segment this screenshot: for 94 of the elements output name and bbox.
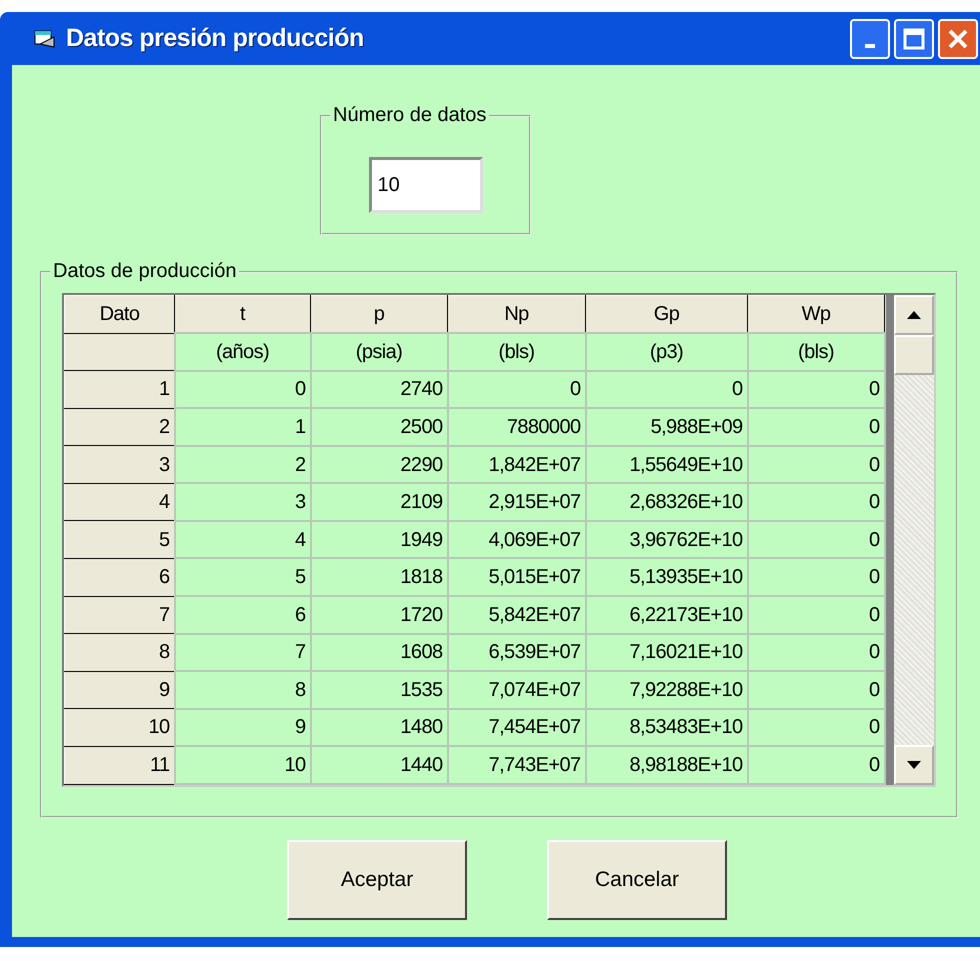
table-cell: 5,988E+09 bbox=[586, 408, 748, 446]
unit-cell: (años) bbox=[174, 333, 310, 371]
table-cell: 0 bbox=[586, 370, 748, 408]
table-cell: 0 bbox=[748, 558, 884, 596]
table-cell: 8,98188E+10 bbox=[586, 746, 748, 784]
unit-cell: (bls) bbox=[748, 333, 884, 371]
table-cell: 7,92288E+10 bbox=[586, 671, 748, 709]
table-cell: 4 bbox=[174, 520, 310, 558]
table-cell: 3,96762E+10 bbox=[586, 520, 748, 558]
table-cell: 0 bbox=[748, 708, 884, 746]
table-cell: 3 bbox=[174, 483, 310, 521]
table-cell: 5,842E+07 bbox=[448, 596, 586, 634]
table-cell: 10 bbox=[174, 746, 310, 784]
table-cell: 1,55649E+10 bbox=[586, 446, 748, 484]
maximize-icon bbox=[903, 28, 925, 50]
row-header: 7 bbox=[64, 596, 174, 634]
table-cell: 2500 bbox=[310, 408, 448, 446]
table-cell: 2290 bbox=[310, 446, 448, 484]
table-cell: 0 bbox=[748, 408, 884, 446]
scroll-up-button[interactable] bbox=[894, 295, 934, 335]
table-cell: 0 bbox=[748, 446, 884, 484]
table-cell: 7,16021E+10 bbox=[586, 634, 748, 672]
table-cell: 2109 bbox=[310, 483, 448, 521]
table-cell: 7,454E+07 bbox=[448, 708, 586, 746]
table-cell: 1535 bbox=[310, 671, 448, 709]
column-header: Gp bbox=[586, 296, 748, 334]
dialog-button[interactable]: Aceptar bbox=[287, 840, 467, 920]
minimize-icon bbox=[865, 44, 875, 48]
table-cell: 2740 bbox=[310, 370, 448, 408]
table-cell: 0 bbox=[174, 370, 310, 408]
table-cell: 5,015E+07 bbox=[448, 558, 586, 596]
maximize-button[interactable] bbox=[894, 18, 934, 58]
table-cell: 0 bbox=[748, 746, 884, 784]
table-cell: 7 bbox=[174, 634, 310, 672]
table-cell: 7880000 bbox=[448, 408, 586, 446]
window-title: Datos presión producción bbox=[66, 22, 364, 54]
row-header: 6 bbox=[64, 558, 174, 596]
table-cell: 0 bbox=[748, 483, 884, 521]
table-cell: 2,68326E+10 bbox=[586, 483, 748, 521]
column-header: Np bbox=[448, 296, 586, 334]
row-header: 8 bbox=[64, 634, 174, 672]
row-header: 1 bbox=[64, 370, 174, 408]
table-cell: 5,13935E+10 bbox=[586, 558, 748, 596]
column-header: Dato bbox=[64, 296, 174, 334]
table-cell: 0 bbox=[748, 634, 884, 672]
row-header: 11 bbox=[64, 746, 174, 784]
table-cell: 1 bbox=[174, 408, 310, 446]
row-header: 9 bbox=[64, 671, 174, 709]
table-cell: 1949 bbox=[310, 520, 448, 558]
column-header: p bbox=[310, 296, 448, 334]
column-header: Wp bbox=[748, 296, 884, 334]
row-header: 3 bbox=[64, 446, 174, 484]
row-header: 5 bbox=[64, 520, 174, 558]
column-header: t bbox=[174, 296, 310, 334]
table-cell: 6,22173E+10 bbox=[586, 596, 748, 634]
table-cell: 1480 bbox=[310, 708, 448, 746]
down-arrow-icon bbox=[907, 761, 921, 769]
table-cell: 6 bbox=[174, 596, 310, 634]
dialog-button[interactable]: Cancelar bbox=[547, 840, 727, 920]
table-cell: 0 bbox=[748, 370, 884, 408]
table-cell: 0 bbox=[748, 520, 884, 558]
close-button[interactable] bbox=[938, 18, 978, 58]
table-cell: 1818 bbox=[310, 558, 448, 596]
row-header: 4 bbox=[64, 483, 174, 521]
table-cell: 2 bbox=[174, 446, 310, 484]
table-cell: 4,069E+07 bbox=[448, 520, 586, 558]
table-cell: 8 bbox=[174, 671, 310, 709]
table-cell: 0 bbox=[748, 596, 884, 634]
unit-cell: (p3) bbox=[586, 333, 748, 371]
unit-cell: (bls) bbox=[448, 333, 586, 371]
close-icon bbox=[947, 28, 969, 50]
table-cell: 7,074E+07 bbox=[448, 671, 586, 709]
table-cell: 2,915E+07 bbox=[448, 483, 586, 521]
up-arrow-icon bbox=[907, 311, 921, 319]
window-icon bbox=[34, 28, 56, 48]
table-cell: 6,539E+07 bbox=[448, 634, 586, 672]
table-cell: 0 bbox=[448, 370, 586, 408]
table-cell: 0 bbox=[748, 671, 884, 709]
table-cell: 1440 bbox=[310, 746, 448, 784]
table-cell: 1608 bbox=[310, 634, 448, 672]
scroll-down-button[interactable] bbox=[894, 745, 934, 785]
table-cell: 9 bbox=[174, 708, 310, 746]
table-cell: 5 bbox=[174, 558, 310, 596]
vertical-scrollbar[interactable] bbox=[894, 295, 934, 785]
table-cell: 1,842E+07 bbox=[448, 446, 586, 484]
row-header: 2 bbox=[64, 408, 174, 446]
scroll-thumb[interactable] bbox=[894, 335, 934, 375]
unit-cell: (psia) bbox=[310, 333, 448, 371]
table-cell: 1720 bbox=[310, 596, 448, 634]
count-input[interactable]: 10 bbox=[368, 157, 482, 213]
table-cell: 7,743E+07 bbox=[448, 746, 586, 784]
row-header: 10 bbox=[64, 708, 174, 746]
minimize-button[interactable] bbox=[850, 18, 890, 58]
table-cell: 8,53483E+10 bbox=[586, 708, 748, 746]
